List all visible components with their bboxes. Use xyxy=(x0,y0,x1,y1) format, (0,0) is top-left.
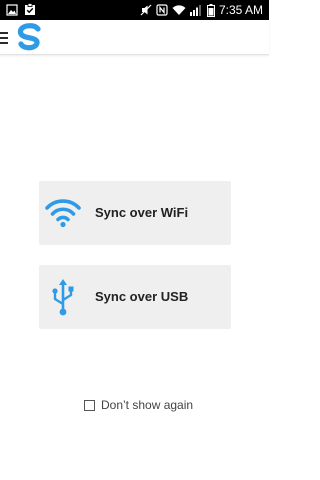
sync-wifi-button[interactable]: Sync over WiFi xyxy=(39,181,231,245)
hamburger-icon[interactable] xyxy=(0,32,8,44)
usb-icon xyxy=(52,279,74,316)
dont-show-again-label: Don’t show again xyxy=(101,398,194,412)
app-logo-icon[interactable] xyxy=(16,23,44,51)
battery-icon xyxy=(206,3,215,17)
sync-usb-button[interactable]: Sync over USB xyxy=(39,265,231,329)
dont-show-again-toggle[interactable]: Don’t show again xyxy=(84,397,193,413)
status-time: 7:35 AM xyxy=(218,3,263,17)
sync-wifi-label: Sync over WiFi xyxy=(95,205,189,220)
wifi-icon xyxy=(172,5,186,15)
wifi-icon xyxy=(45,199,81,228)
app-bar xyxy=(0,20,269,55)
nfc-icon xyxy=(156,4,168,16)
image-icon xyxy=(6,3,18,16)
dont-show-again-checkbox[interactable] xyxy=(84,399,95,411)
sync-usb-label: Sync over USB xyxy=(95,289,189,304)
mute-icon xyxy=(140,4,152,16)
signal-icon xyxy=(189,5,201,16)
clipboard-check-icon xyxy=(25,3,35,15)
status-bar: 7:35 AM xyxy=(0,0,269,20)
